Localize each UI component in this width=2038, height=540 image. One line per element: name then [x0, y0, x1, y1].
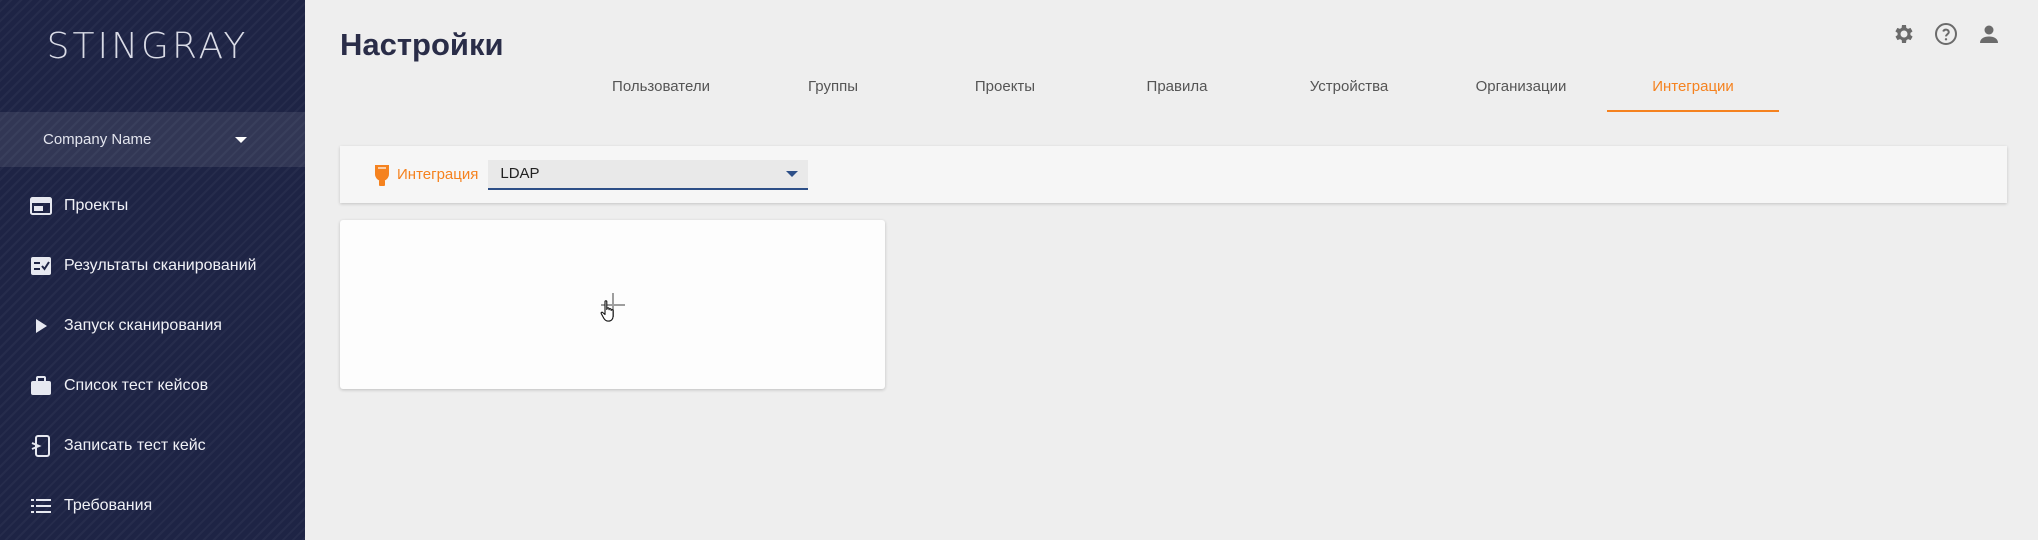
sidebar-item-label: Список тест кейсов [64, 377, 209, 394]
sidebar-item-scan-results[interactable]: Результаты сканирований [0, 236, 305, 296]
tab-devices[interactable]: Устройства [1263, 72, 1435, 112]
integration-select-value: LDAP [500, 165, 540, 182]
user-icon[interactable] [1975, 20, 2002, 47]
sidebar-item-label: Проекты [64, 197, 129, 214]
header-actions [1889, 20, 2002, 47]
tab-rules[interactable]: Правила [1091, 72, 1263, 112]
scan-results-icon [30, 255, 52, 277]
chevron-down-icon [786, 170, 799, 177]
tab-projects[interactable]: Проекты [919, 72, 1091, 112]
company-name: Company Name [43, 131, 152, 148]
sidebar-item-record-test-case[interactable]: Записать тест кейс [0, 416, 305, 476]
tab-groups[interactable]: Группы [747, 72, 919, 112]
settings-tabs: Пользователи Группы Проекты Правила Устр… [575, 72, 1779, 112]
tab-integrations[interactable]: Интеграции [1607, 72, 1779, 112]
sidebar-item-label: Требования [64, 497, 153, 514]
sidebar-item-test-cases[interactable]: Список тест кейсов [0, 356, 305, 416]
help-icon[interactable] [1932, 20, 1959, 47]
sidebar-item-start-scan[interactable]: Запуск сканирования [0, 296, 305, 356]
integration-plug-icon [373, 163, 391, 187]
sidebar-item-projects[interactable]: Проекты [0, 176, 305, 236]
page-title: Настройки [340, 27, 504, 62]
sidebar-item-label: Запуск сканирования [64, 317, 222, 334]
briefcase-icon [30, 375, 52, 397]
add-integration-button[interactable] [593, 285, 633, 325]
tab-organizations[interactable]: Организации [1435, 72, 1607, 112]
hand-cursor-icon [600, 299, 614, 322]
sidebar-item-label: Результаты сканирований [64, 257, 257, 274]
record-device-icon [30, 435, 52, 457]
sidebar-item-requirements[interactable]: Требования [0, 476, 305, 536]
integration-label: Интеграция [397, 166, 479, 183]
company-selector[interactable]: Company Name [0, 112, 305, 167]
sidebar-nav: Проекты Результаты сканирований Запуск с… [0, 176, 305, 536]
sidebar-item-label: Записать тест кейс [64, 437, 206, 454]
chevron-down-icon [235, 136, 247, 143]
gear-icon[interactable] [1889, 20, 1916, 47]
tab-users[interactable]: Пользователи [575, 72, 747, 112]
projects-icon [30, 195, 52, 217]
app-logo: STINGRAY [46, 26, 249, 67]
add-integration-card[interactable] [340, 220, 885, 389]
list-icon [30, 495, 52, 517]
sidebar: STINGRAY Company Name Проекты Результаты… [0, 0, 305, 540]
play-icon [30, 315, 52, 337]
integration-select[interactable]: LDAP [488, 159, 809, 190]
integration-filter-bar: Интеграция LDAP [340, 146, 2007, 203]
